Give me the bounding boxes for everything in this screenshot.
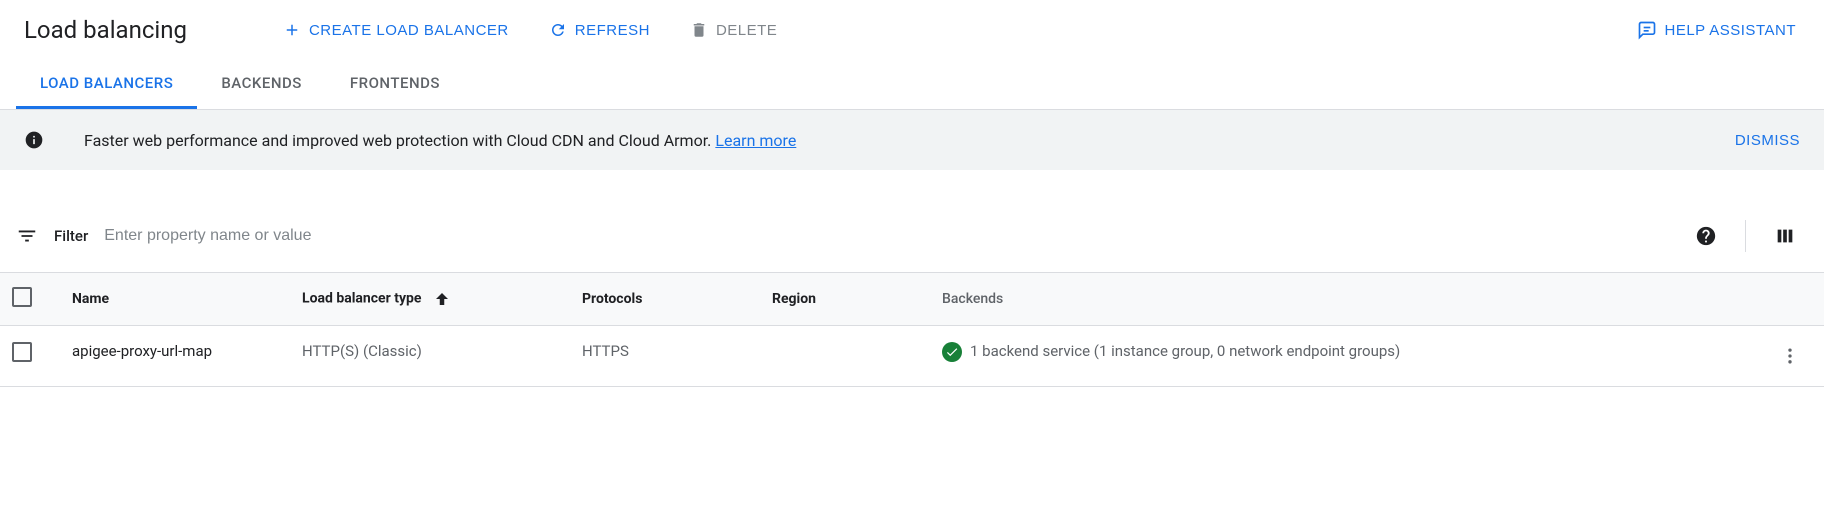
- row-backends: 1 backend service (1 instance group, 0 n…: [930, 326, 1756, 387]
- table-row[interactable]: apigee-proxy-url-map HTTP(S) (Classic) H…: [0, 326, 1824, 387]
- dismiss-button[interactable]: DISMISS: [1735, 132, 1800, 149]
- help-assistant-button[interactable]: HELP ASSISTANT: [1633, 12, 1801, 48]
- info-icon: [24, 130, 44, 150]
- banner-text: Faster web performance and improved web …: [84, 131, 1695, 150]
- load-balancers-table: Name Load balancer type Protocols Region…: [0, 273, 1824, 387]
- select-all-header: [0, 273, 60, 326]
- filter-label: Filter: [54, 227, 88, 245]
- column-header-region[interactable]: Region: [760, 273, 930, 326]
- column-header-type-label: Load balancer type: [302, 291, 421, 307]
- chat-icon: [1637, 20, 1657, 40]
- row-protocols: HTTPS: [570, 326, 760, 387]
- tabs: LOAD BALANCERS BACKENDS FRONTENDS: [0, 60, 1824, 110]
- row-name[interactable]: apigee-proxy-url-map: [60, 326, 290, 387]
- row-backends-text: 1 backend service (1 instance group, 0 n…: [970, 342, 1400, 360]
- delete-label: DELETE: [716, 22, 777, 39]
- refresh-icon: [549, 21, 567, 39]
- tab-backends[interactable]: BACKENDS: [197, 60, 326, 109]
- column-header-protocols[interactable]: Protocols: [570, 273, 760, 326]
- check-circle-icon: [942, 342, 962, 362]
- trash-icon: [690, 21, 708, 39]
- column-header-actions: [1756, 273, 1824, 326]
- row-actions: [1756, 326, 1824, 387]
- refresh-label: REFRESH: [575, 22, 650, 39]
- row-checkbox[interactable]: [12, 342, 32, 362]
- create-load-balancer-label: CREATE LOAD BALANCER: [309, 22, 509, 39]
- table-header-row: Name Load balancer type Protocols Region…: [0, 273, 1824, 326]
- columns-icon: [1774, 225, 1796, 247]
- more-vert-icon: [1780, 346, 1800, 366]
- column-header-name[interactable]: Name: [60, 273, 290, 326]
- select-all-checkbox[interactable]: [12, 287, 32, 307]
- row-type: HTTP(S) (Classic): [290, 326, 570, 387]
- sort-arrow-up-icon: [433, 291, 451, 307]
- tab-load-balancers[interactable]: LOAD BALANCERS: [16, 60, 197, 109]
- help-icon-button[interactable]: [1683, 221, 1729, 251]
- page-title: Load balancing: [24, 16, 187, 44]
- help-assistant-label: HELP ASSISTANT: [1665, 22, 1797, 39]
- page-header: Load balancing CREATE LOAD BALANCER REFR…: [0, 0, 1824, 60]
- plus-icon: [283, 21, 301, 39]
- refresh-button[interactable]: REFRESH: [545, 13, 654, 47]
- row-more-actions-button[interactable]: [1768, 342, 1812, 370]
- help-circle-icon: [1695, 225, 1717, 247]
- row-select-cell: [0, 326, 60, 387]
- row-region: [760, 326, 930, 387]
- column-header-type[interactable]: Load balancer type: [290, 273, 570, 326]
- filter-bar: Filter: [0, 200, 1824, 273]
- banner-message: Faster web performance and improved web …: [84, 131, 715, 150]
- column-header-backends[interactable]: Backends: [930, 273, 1756, 326]
- learn-more-link[interactable]: Learn more: [715, 131, 796, 150]
- delete-button[interactable]: DELETE: [686, 13, 781, 47]
- filter-icon: [16, 225, 38, 247]
- filter-input[interactable]: [104, 227, 1667, 245]
- tab-frontends[interactable]: FRONTENDS: [326, 60, 464, 109]
- info-banner: Faster web performance and improved web …: [0, 110, 1824, 170]
- create-load-balancer-button[interactable]: CREATE LOAD BALANCER: [279, 13, 513, 47]
- columns-icon-button[interactable]: [1762, 221, 1808, 251]
